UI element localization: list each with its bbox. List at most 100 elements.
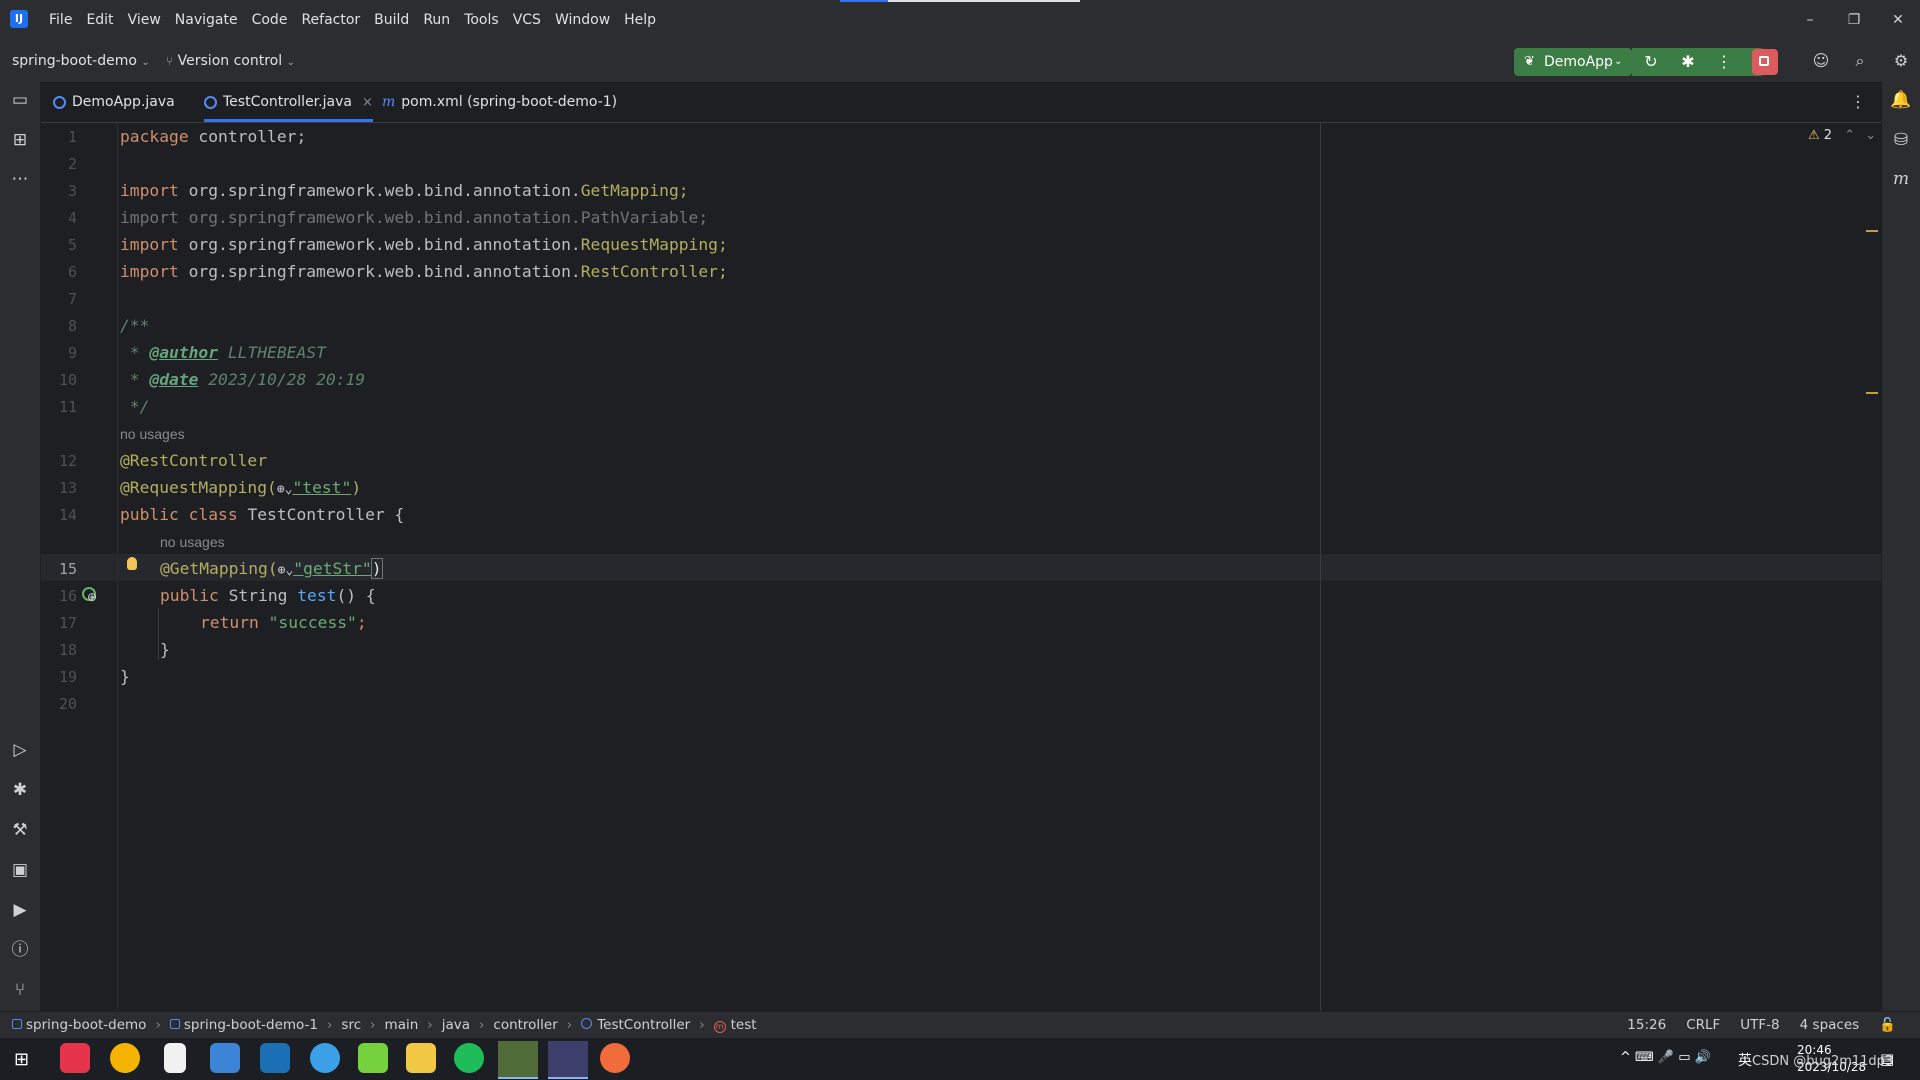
line-number: 11	[58, 398, 77, 416]
windows-start-icon[interactable]: ⊞	[14, 1049, 29, 1070]
status-bar: spring-boot-demo › spring-boot-demo-1 › sr…	[0, 1011, 1920, 1039]
indent-setting[interactable]: 4 spaces	[1800, 1012, 1860, 1039]
menu-code[interactable]: Code	[245, 0, 295, 40]
menu-navigate[interactable]: Navigate	[168, 0, 245, 40]
restore-icon[interactable]: ❐	[1832, 0, 1876, 40]
breadcrumb-item[interactable]: main	[385, 1012, 419, 1039]
project-name: spring-boot-demo	[12, 53, 137, 69]
notifications-bell-icon[interactable]: 🔔	[1890, 89, 1912, 111]
settings-app-icon[interactable]	[210, 1043, 240, 1073]
usages-hint[interactable]: no usages	[160, 534, 225, 550]
menu-build[interactable]: Build	[367, 0, 416, 40]
intellij-logo-icon[interactable]: IJ	[10, 10, 28, 28]
document-app-icon[interactable]	[164, 1043, 186, 1073]
game-app-icon[interactable]	[358, 1043, 388, 1073]
close-tab-icon[interactable]: ×	[362, 95, 373, 110]
globe-icon[interactable]: ⊕⌄	[278, 563, 294, 578]
close-window-icon[interactable]: ✕	[1876, 0, 1920, 40]
breadcrumb-item[interactable]: java	[442, 1012, 470, 1039]
tray-icons[interactable]: ^ ⌨ 🎤 ▭ 🔊	[1620, 1050, 1711, 1065]
netease-music-app-icon[interactable]	[60, 1043, 90, 1073]
breadcrumb-item[interactable]: m test	[713, 1012, 757, 1039]
menu-view[interactable]: View	[121, 0, 168, 40]
endpoint-globe-icon[interactable]: ⊕	[87, 590, 97, 604]
menu-edit[interactable]: Edit	[79, 0, 120, 40]
typora-app-icon[interactable]	[498, 1041, 538, 1079]
postman-app-icon[interactable]	[600, 1043, 630, 1073]
more-tools-icon[interactable]: ⋯	[9, 168, 31, 190]
lock-icon[interactable]: 🔓	[1879, 1012, 1896, 1039]
project-selector[interactable]: spring-boot-demo ⌄	[12, 40, 150, 84]
database-icon[interactable]: ⛁	[1890, 129, 1912, 151]
globe-icon[interactable]: ⊕⌄	[277, 482, 293, 497]
warning-stripe-marker[interactable]	[1866, 392, 1878, 394]
menu-run[interactable]: Run	[416, 0, 457, 40]
notification-center-icon[interactable]: ▤	[1880, 1050, 1894, 1068]
line-number: 18	[58, 641, 77, 659]
account-icon[interactable]: ☺	[1810, 50, 1832, 72]
debug-tool-icon[interactable]: ✱	[9, 779, 31, 801]
stop-button[interactable]	[1752, 49, 1778, 75]
tab-options-icon[interactable]: ⋮	[1847, 91, 1869, 113]
intellij-app-icon[interactable]	[548, 1041, 588, 1079]
build-hammer-icon[interactable]: ⚒	[9, 819, 31, 841]
menu-window[interactable]: Window	[548, 0, 617, 40]
minimize-icon[interactable]: –	[1788, 0, 1832, 40]
settings-gear-icon[interactable]: ⚙	[1890, 50, 1912, 72]
code-line-comment: * @date 2023/10/28 20:19	[120, 370, 365, 389]
run-tool-icon[interactable]: ▶	[9, 899, 31, 921]
menu-file[interactable]: File	[42, 0, 79, 40]
search-icon[interactable]: ⌕	[1849, 50, 1871, 72]
services-icon[interactable]: ▷	[9, 739, 31, 761]
terminal-icon[interactable]: ▣	[9, 859, 31, 881]
git-icon[interactable]: ⑂	[9, 979, 31, 1001]
line-number: 1	[67, 128, 77, 146]
warning-stripe-marker[interactable]	[1866, 230, 1878, 232]
chevron-down-icon: ⌄	[141, 57, 150, 68]
module-icon	[12, 1019, 22, 1029]
chevron-right-icon: ›	[370, 1017, 376, 1033]
menu-tools[interactable]: Tools	[457, 0, 506, 40]
tab-pom-xml[interactable]: m pom.xml (spring-boot-demo-1)	[382, 82, 617, 122]
line-number: 7	[67, 290, 77, 308]
menu-vcs[interactable]: VCS	[506, 0, 548, 40]
usages-hint[interactable]: no usages	[120, 426, 185, 442]
tab-testcontroller[interactable]: TestController.java ×	[204, 82, 373, 122]
next-highlight-icon[interactable]: ⌄	[1865, 128, 1876, 143]
caret-position[interactable]: 15:26	[1627, 1012, 1666, 1039]
menu-help[interactable]: Help	[617, 0, 663, 40]
method-signature: () {	[336, 586, 376, 605]
menu-refactor[interactable]: Refactor	[294, 0, 367, 40]
tab-demoapp[interactable]: DemoApp.java	[53, 82, 175, 122]
breadcrumb-item[interactable]: spring-boot-demo	[12, 1012, 146, 1039]
intention-bulb-icon[interactable]	[127, 557, 137, 570]
main-menu: File Edit View Navigate Code Refactor Bu…	[42, 0, 663, 40]
wechat-app-icon[interactable]	[454, 1043, 484, 1073]
more-actions-icon[interactable]: ⋮	[1713, 51, 1735, 73]
project-folder-icon[interactable]: ▭	[9, 89, 31, 111]
breadcrumb-item[interactable]: spring-boot-demo-1	[169, 1012, 318, 1039]
spring-boot-icon: ❦	[1524, 54, 1535, 69]
rerun-icon[interactable]: ↻	[1640, 51, 1662, 73]
maven-file-icon: m	[382, 94, 396, 110]
inspection-widget[interactable]: ⚠ 2 ⌃ ⌄	[1808, 128, 1876, 143]
line-separator[interactable]: CRLF	[1686, 1012, 1720, 1039]
steam-app-icon[interactable]	[260, 1043, 290, 1073]
ime-indicator[interactable]: 英	[1738, 1050, 1752, 1070]
previous-highlight-icon[interactable]: ⌃	[1844, 128, 1855, 143]
maven-icon[interactable]: m	[1890, 168, 1912, 190]
edge-app-icon[interactable]	[310, 1043, 340, 1073]
debug-icon[interactable]: ✱	[1677, 51, 1699, 73]
breadcrumb-item[interactable]: TestController	[581, 1012, 690, 1039]
breadcrumb-item[interactable]: src	[341, 1012, 361, 1039]
annotation: @RequestMapping(	[120, 478, 277, 497]
breadcrumb-item[interactable]: controller	[493, 1012, 557, 1039]
code-line: import org.springframework.web.bind.anno…	[120, 235, 728, 254]
file-explorer-app-icon[interactable]	[406, 1043, 436, 1073]
chrome-app-icon[interactable]	[110, 1043, 140, 1073]
file-encoding[interactable]: UTF-8	[1740, 1012, 1779, 1039]
structure-icon[interactable]: ⊞	[9, 129, 31, 151]
version-control-selector[interactable]: ⑂ Version control ⌄	[166, 40, 295, 84]
run-configuration-selector[interactable]: ❦ DemoApp ⌄	[1514, 48, 1632, 76]
problems-icon[interactable]: ⓘ	[9, 939, 31, 961]
